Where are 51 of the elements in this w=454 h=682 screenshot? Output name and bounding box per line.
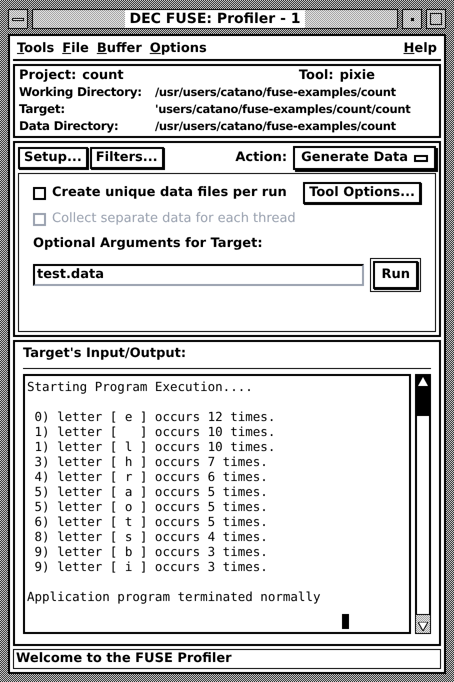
- option-menu-icon: [414, 154, 428, 162]
- output-line: 5) letter [ a ] occurs 5 times.: [34, 484, 269, 498]
- path-field[interactable]: 'users/catano/fuse-examples/count/count: [155, 101, 410, 118]
- maximize-icon[interactable]: [426, 9, 446, 29]
- output-line: 3) letter [ h ] occurs 7 times.: [34, 454, 269, 468]
- field-label: Target:: [19, 101, 66, 118]
- toolbar-button[interactable]: Filters...: [90, 147, 164, 169]
- run-button[interactable]: Run: [373, 260, 418, 288]
- window-menu-icon[interactable]: [8, 9, 28, 29]
- action-dropdown[interactable]: Generate Data: [293, 146, 436, 170]
- toolbar-button[interactable]: Setup...: [18, 147, 88, 169]
- output-line: 9) letter [ i ] occurs 3 times.: [34, 558, 269, 574]
- path-field[interactable]: /usr/users/catano/fuse-examples/count: [155, 118, 396, 135]
- action-label: Action:: [235, 149, 288, 168]
- project-value: count: [82, 67, 124, 84]
- menu-item[interactable]: Options: [150, 39, 207, 59]
- checkbox-label: Collect separate data for each thread: [52, 210, 296, 228]
- output-line: 5) letter [ o ] occurs 5 times.: [34, 498, 269, 514]
- checkbox-label: Create unique data files per run: [52, 184, 287, 202]
- output-line: Application program terminated normally: [27, 588, 322, 604]
- output-line: 0) letter [ e ] occurs 12 times.: [34, 408, 276, 424]
- project-label: Project:: [19, 67, 76, 84]
- menu-item[interactable]: Tools: [17, 39, 54, 59]
- output-line: 8) letter [ s ] occurs 4 times.: [34, 528, 269, 544]
- tool-value: pixie: [340, 67, 375, 84]
- output-line: 6) letter [ t ] occurs 5 times.: [34, 514, 269, 528]
- menu-item[interactable]: File: [62, 39, 89, 59]
- path-field[interactable]: /usr/users/catano/fuse-examples/count: [155, 84, 396, 101]
- up-arrow-icon[interactable]: [418, 376, 428, 386]
- output-line: Starting Program Execution....: [27, 378, 254, 394]
- menu-item[interactable]: Buffer: [96, 39, 142, 59]
- tool-label: Tool:: [298, 67, 334, 84]
- text-cursor-icon: [342, 614, 349, 629]
- output-line: 1) letter [ l ] occurs 10 times.: [34, 438, 276, 454]
- status-bar: Welcome to the FUSE Profiler: [13, 649, 441, 669]
- tool-options-button[interactable]: Tool Options...: [303, 182, 421, 204]
- down-arrow-icon[interactable]: [418, 622, 428, 631]
- checkbox[interactable]: [33, 186, 46, 200]
- window-title: DEC FUSE: Profiler - 1: [125, 10, 305, 28]
- field-label: Working Directory:: [19, 84, 143, 101]
- arguments-input[interactable]: test.data: [33, 264, 364, 286]
- output-line: 4) letter [ r ] occurs 6 times.: [34, 468, 269, 484]
- output-text-area[interactable]: [23, 374, 411, 634]
- scrollbar[interactable]: [415, 374, 431, 634]
- field-label: Data Directory:: [19, 118, 120, 135]
- minimize-icon[interactable]: [402, 9, 422, 29]
- arguments-label: Optional Arguments for Target:: [33, 235, 264, 253]
- io-title: Target's Input/Output:: [23, 344, 431, 368]
- output-line: 9) letter [ b ] occurs 3 times.: [34, 544, 269, 558]
- help-menu-item[interactable]: Help: [404, 39, 437, 59]
- output-line: 1) letter [ ] occurs 10 times.: [34, 424, 276, 438]
